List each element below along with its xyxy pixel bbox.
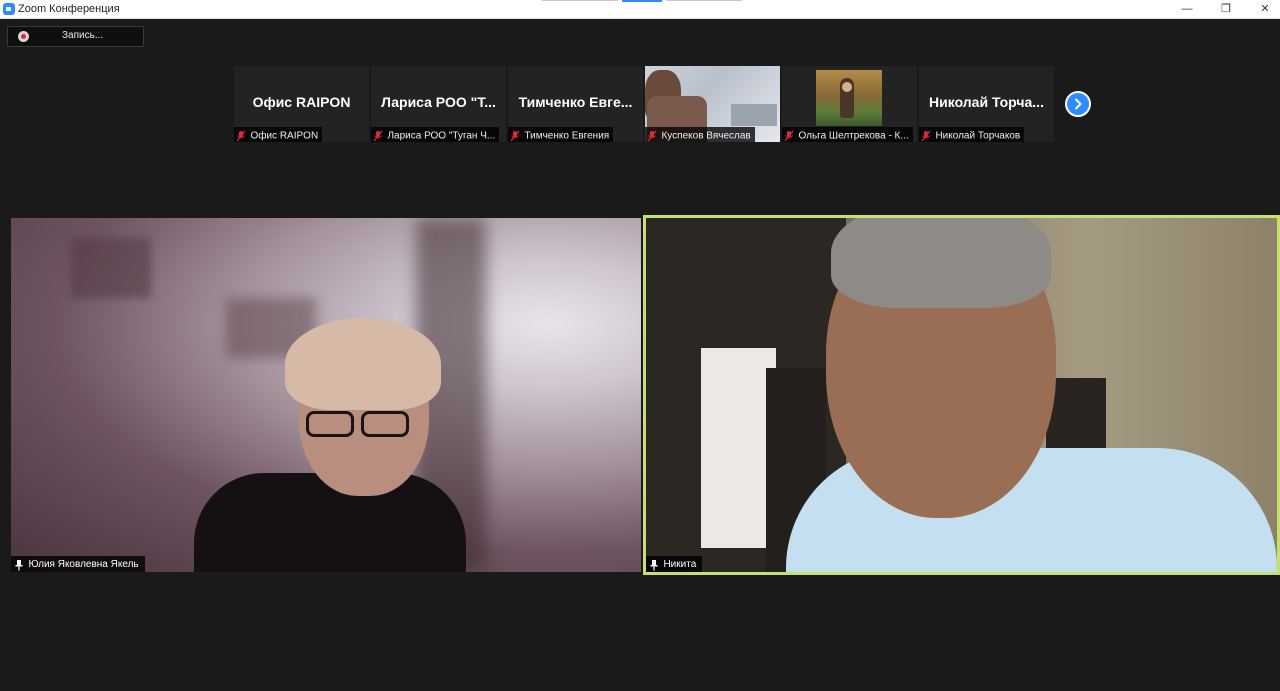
- participant-thumbnail[interactable]: Ольга Шелтрекова - К...: [782, 66, 917, 142]
- pin-icon: [15, 559, 23, 571]
- participant-caption: Офис RAIPON: [234, 127, 323, 142]
- record-icon: [18, 31, 29, 42]
- mic-muted-icon: [373, 130, 383, 142]
- mic-muted-icon: [510, 130, 520, 142]
- zoom-app-icon: [3, 3, 15, 15]
- video-caption: Никита: [646, 556, 703, 572]
- participant-caption-name: Ольга Шелтрекова - К...: [798, 130, 909, 142]
- chevron-right-icon: [1075, 98, 1082, 110]
- participant-caption-name: Офис RAIPON: [250, 130, 319, 142]
- close-button[interactable]: ✕: [1250, 0, 1280, 19]
- participant-caption-name: Николай Торчаков: [935, 130, 1021, 142]
- view-tab[interactable]: [542, 0, 618, 1]
- participant-name-large: Лариса РОО "Т...: [381, 94, 496, 110]
- participant-caption: Тимченко Евгения: [508, 127, 614, 142]
- participant-name: Никита: [663, 558, 697, 570]
- mic-muted-icon: [921, 130, 931, 142]
- participant-caption-name: Тимченко Евгения: [524, 130, 610, 142]
- participant-video: [11, 218, 641, 572]
- main-video-tile[interactable]: Юлия Яковлевна Якель: [11, 218, 641, 572]
- next-page-button[interactable]: [1065, 91, 1091, 117]
- participant-caption-name: Лариса РОО "Туган Ч...: [387, 130, 496, 142]
- view-tab-active[interactable]: [622, 0, 662, 2]
- minimize-button[interactable]: —: [1172, 0, 1202, 19]
- participant-video: [646, 218, 1277, 572]
- view-tab[interactable]: [666, 0, 742, 1]
- participant-name: Юлия Яковлевна Якель: [28, 558, 139, 570]
- restore-button[interactable]: ❐: [1211, 0, 1241, 19]
- pin-icon: [650, 559, 658, 571]
- video-caption: Юлия Яковлевна Якель: [11, 556, 145, 572]
- participant-name-large: Тимченко Евге...: [518, 94, 633, 110]
- window-title: Zoom Конференция: [18, 3, 120, 15]
- participant-caption: Лариса РОО "Туган Ч...: [371, 127, 500, 142]
- mic-muted-icon: [647, 130, 657, 142]
- participant-caption: Ольга Шелтрекова - К...: [782, 127, 913, 142]
- participant-thumbnail[interactable]: Офис RAIPON Офис RAIPON: [234, 66, 369, 142]
- recording-indicator[interactable]: Запись...: [7, 26, 144, 47]
- participant-avatar: [816, 70, 882, 126]
- participant-name-large: Офис RAIPON: [252, 94, 351, 110]
- participant-caption: Николай Торчаков: [919, 127, 1025, 142]
- participant-name-large: Николай Торча...: [929, 94, 1044, 110]
- participant-thumbnail[interactable]: Лариса РОО "Т... Лариса РОО "Туган Ч...: [371, 66, 506, 142]
- mic-muted-icon: [784, 130, 794, 142]
- participant-thumbnail[interactable]: Куспеков Вячеслав: [645, 66, 780, 142]
- participant-caption: Куспеков Вячеслав: [645, 127, 755, 142]
- recording-label: Запись...: [62, 30, 104, 41]
- active-speaker-video-tile[interactable]: Никита: [643, 215, 1280, 575]
- participant-thumbnail[interactable]: Тимченко Евге... Тимченко Евгения: [508, 66, 643, 142]
- participant-caption-name: Куспеков Вячеслав: [661, 130, 751, 142]
- title-bar: Zoom Конференция — ❐ ✕: [0, 0, 1280, 19]
- participant-thumbnail[interactable]: Николай Торча... Николай Торчаков: [919, 66, 1054, 142]
- mic-muted-icon: [236, 130, 246, 142]
